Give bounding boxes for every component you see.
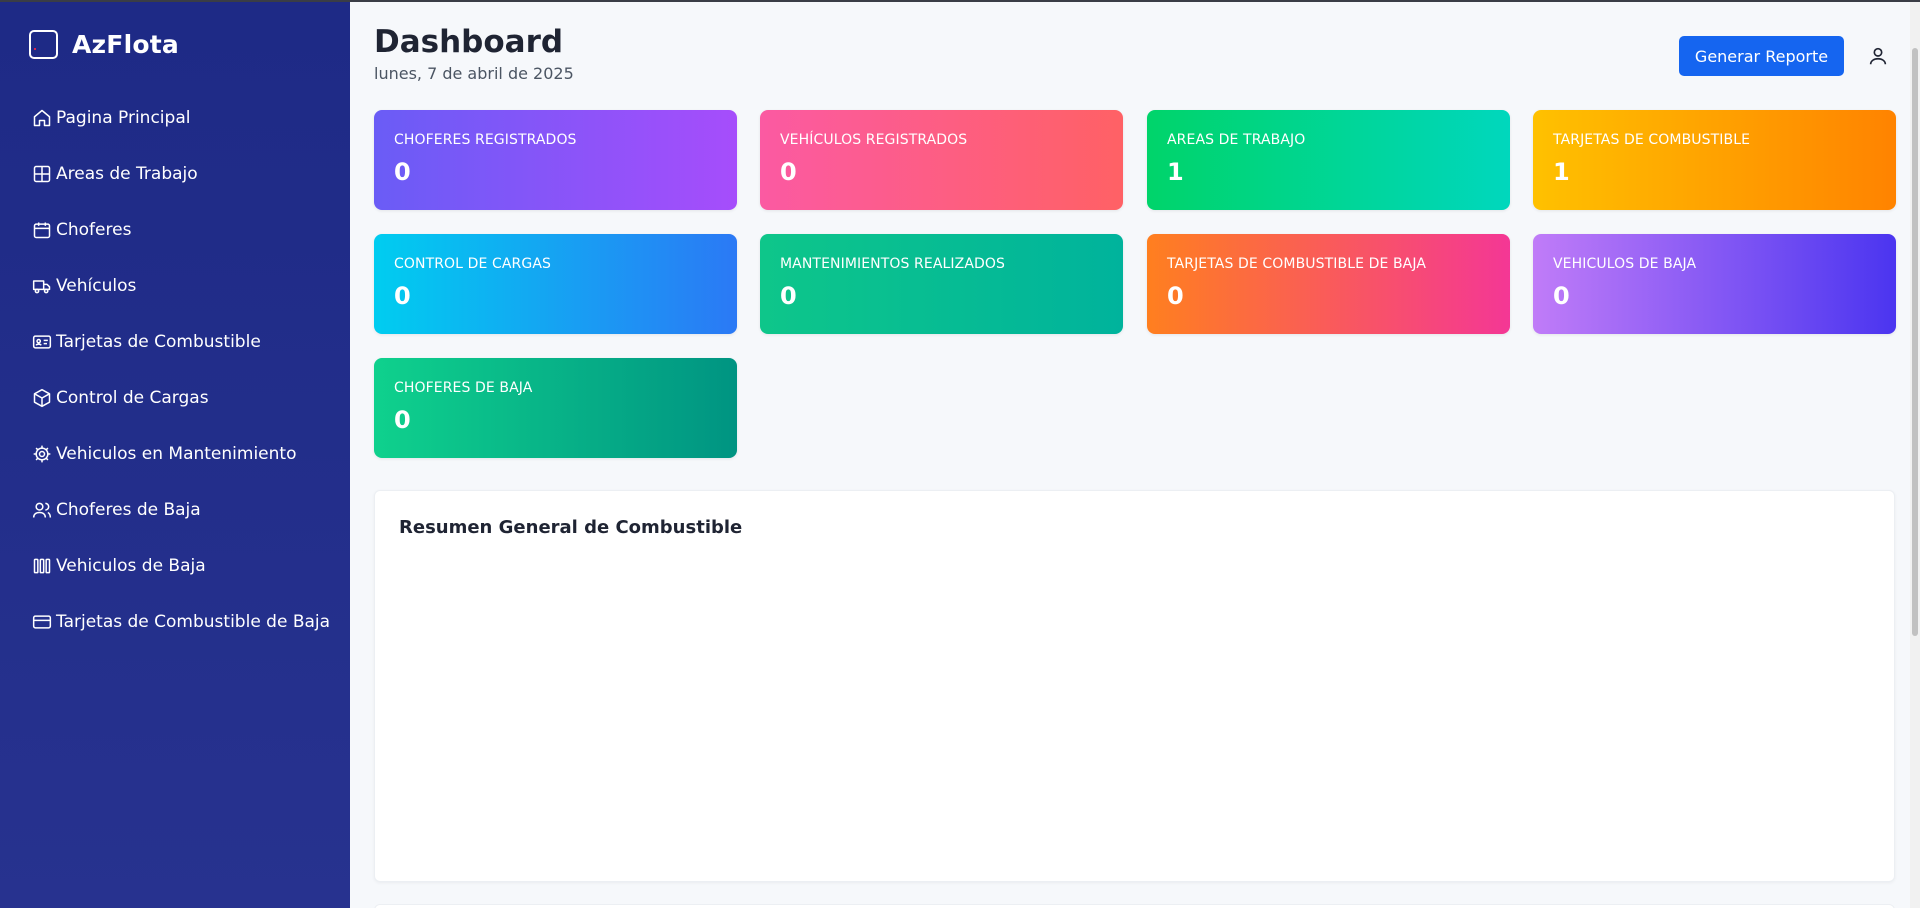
sidebar-item-vehiculos-de-baja[interactable]: Vehiculos de Baja [0,538,350,594]
stat-card-value: 0 [780,158,797,186]
sidebar-item-areas-de-trabajo[interactable]: Areas de Trabajo [0,146,350,202]
truck-icon [32,280,51,294]
package-icon [33,388,51,408]
logo-icon [29,30,58,59]
sidebar: AzFlota Pagina Principal Areas de Trabaj… [0,0,350,908]
barrier-icon [33,558,51,574]
stat-card-value: 1 [1553,158,1570,186]
panel-title: Resumen General de Combustible [399,517,743,538]
users-icon [32,502,52,518]
page-scrollbar[interactable] [1910,2,1920,908]
sidebar-item-pagina-principal[interactable]: Pagina Principal [0,90,350,146]
stat-card-label: VEHICULOS DE BAJA [1553,256,1697,272]
stat-card-value: 0 [394,282,411,310]
user-icon[interactable] [1867,45,1889,67]
sidebar-item-tarjetas-de-combustible-de-baja[interactable]: Tarjetas de Combustible de Baja [0,594,350,650]
stat-card-tarjetas-de-combustible[interactable]: TARJETAS DE COMBUSTIBLE 1 [1533,110,1896,210]
credit-card-icon [32,615,52,629]
sidebar-item-label: Tarjetas de Combustible de Baja [56,612,331,632]
next-panel [374,904,1895,908]
stat-card-vehiculos-registrados[interactable]: VEHÍCULOS REGISTRADOS 0 [760,110,1123,210]
stat-card-value: 0 [1553,282,1570,310]
sidebar-item-label: Areas de Trabajo [56,164,198,184]
id-card-icon [32,335,52,349]
stat-card-choferes-registrados[interactable]: CHOFERES REGISTRADOS 0 [374,110,737,210]
stat-card-label: MANTENIMIENTOS REALIZADOS [780,256,1005,272]
generate-report-button[interactable]: Generar Reporte [1679,36,1844,76]
stat-card-value: 0 [1167,282,1184,310]
stat-card-label: CONTROL DE CARGAS [394,256,551,272]
sidebar-item-label: Choferes de Baja [56,500,201,520]
stat-card-label: TARJETAS DE COMBUSTIBLE [1553,132,1751,148]
stat-card-value: 0 [780,282,797,310]
fuel-summary-panel: Resumen General de Combustible [374,490,1895,882]
sidebar-item-choferes[interactable]: Choferes [0,202,350,258]
brand[interactable]: AzFlota [29,30,179,59]
sidebar-item-vehiculos[interactable]: Vehículos [0,258,350,314]
main-content: Dashboard lunes, 7 de abril de 2025 Gene… [350,0,1920,908]
stat-card-value: 0 [394,406,411,434]
stat-card-choferes-de-baja[interactable]: CHOFERES DE BAJA 0 [374,358,737,458]
grid-icon [33,165,51,183]
sidebar-item-label: Vehiculos de Baja [56,556,206,576]
stat-card-vehiculos-de-baja[interactable]: VEHICULOS DE BAJA 0 [1533,234,1896,334]
brand-name: AzFlota [72,30,179,59]
stat-card-mantenimientos-realizados[interactable]: MANTENIMIENTOS REALIZADOS 0 [760,234,1123,334]
scrollbar-thumb[interactable] [1912,48,1918,636]
sidebar-item-label: Vehículos [56,276,137,296]
sidebar-nav: Pagina Principal Areas de Trabajo Chofer… [0,90,350,650]
sidebar-item-control-de-cargas[interactable]: Control de Cargas [0,370,350,426]
stat-card-label: CHOFERES DE BAJA [394,380,533,396]
stat-card-label: TARJETAS DE COMBUSTIBLE DE BAJA [1167,256,1427,272]
stat-card-label: CHOFERES REGISTRADOS [394,132,577,148]
calendar-icon [33,222,51,239]
sidebar-item-choferes-de-baja[interactable]: Choferes de Baja [0,482,350,538]
stat-card-value: 0 [394,158,411,186]
gear-icon [33,445,51,463]
window-top-border [0,0,1920,2]
stat-card-tarjetas-de-combustible-de-baja[interactable]: TARJETAS DE COMBUSTIBLE DE BAJA 0 [1147,234,1510,334]
page-date: lunes, 7 de abril de 2025 [374,64,574,83]
page-title: Dashboard [374,24,564,60]
sidebar-item-vehiculos-en-mantenimiento[interactable]: Vehiculos en Mantenimiento [0,426,350,482]
stat-card-value: 1 [1167,158,1184,186]
sidebar-item-label: Vehiculos en Mantenimiento [56,444,297,464]
sidebar-item-label: Tarjetas de Combustible [56,332,261,352]
sidebar-item-label: Choferes [56,220,132,240]
sidebar-item-label: Pagina Principal [56,108,191,128]
sidebar-item-tarjetas-de-combustible[interactable]: Tarjetas de Combustible [0,314,350,370]
sidebar-item-label: Control de Cargas [56,388,209,408]
stat-card-control-de-cargas[interactable]: CONTROL DE CARGAS 0 [374,234,737,334]
stat-card-label: VEHÍCULOS REGISTRADOS [780,132,968,148]
stat-card-areas-de-trabajo[interactable]: AREAS DE TRABAJO 1 [1147,110,1510,210]
stat-card-label: AREAS DE TRABAJO [1167,132,1306,148]
home-icon [33,109,51,127]
